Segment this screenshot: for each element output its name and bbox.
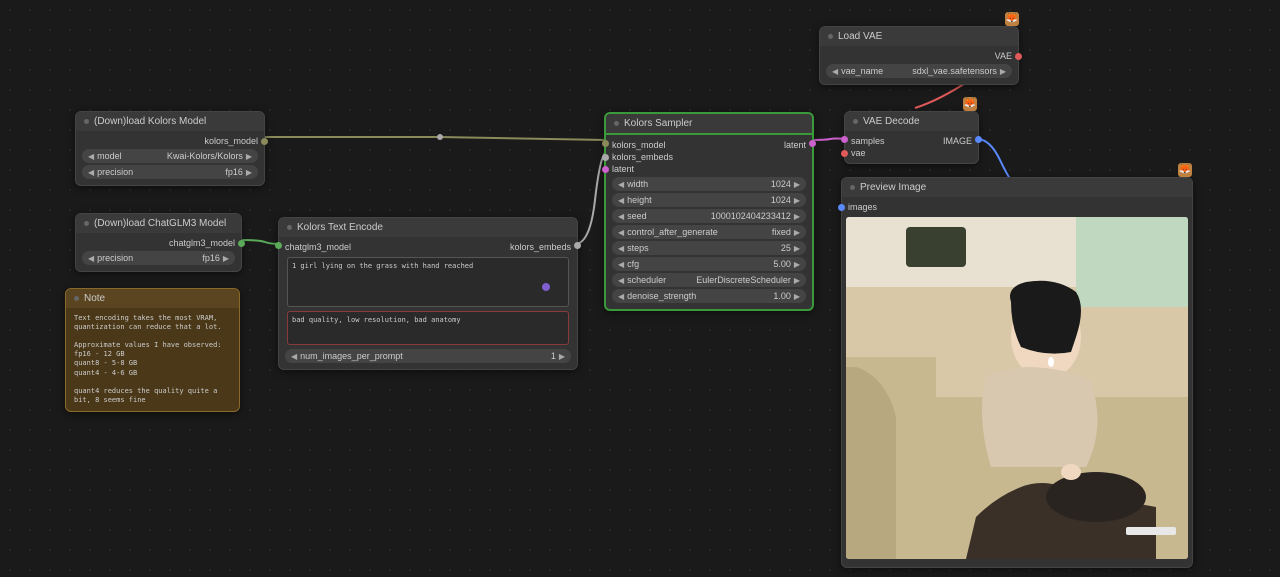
widget-seed[interactable]: ◀ seed 1000102404233412 ▶ xyxy=(612,209,806,223)
node-title: (Down)load Kolors Model xyxy=(94,116,206,127)
next-arrow-icon[interactable]: ▶ xyxy=(794,276,800,285)
emoji-badge-icon: 🦊 xyxy=(963,97,977,111)
node-title: Kolors Sampler xyxy=(624,118,692,129)
next-arrow-icon[interactable]: ▶ xyxy=(794,244,800,253)
next-arrow-icon[interactable]: ▶ xyxy=(794,180,800,189)
widget-precision[interactable]: ◀ precision fp16 ▶ xyxy=(82,251,235,265)
node-vae-decode[interactable]: VAE Decode samples IMAGE vae xyxy=(844,111,979,164)
widget-width[interactable]: ◀ width 1024 ▶ xyxy=(612,177,806,191)
input-kolors-model[interactable]: kolors_model xyxy=(612,140,666,150)
widget-control[interactable]: ◀ control_after_generate fixed ▶ xyxy=(612,225,806,239)
next-arrow-icon[interactable]: ▶ xyxy=(1000,67,1006,76)
node-title: Load VAE xyxy=(838,31,882,42)
node-header[interactable]: (Down)load Kolors Model xyxy=(76,112,264,131)
next-arrow-icon[interactable]: ▶ xyxy=(246,168,252,177)
input-vae[interactable]: vae xyxy=(845,147,978,159)
output-latent[interactable]: latent xyxy=(784,140,806,150)
output-vae[interactable]: VAE xyxy=(820,50,1018,62)
widget-denoise[interactable]: ◀ denoise_strength 1.00 ▶ xyxy=(612,289,806,303)
node-title: Kolors Text Encode xyxy=(297,222,383,233)
node-header[interactable]: VAE Decode xyxy=(845,112,978,131)
next-arrow-icon[interactable]: ▶ xyxy=(223,254,229,263)
node-text-encode[interactable]: Kolors Text Encode chatglm3_model kolors… xyxy=(278,217,578,370)
input-chatglm-model[interactable]: chatglm3_model xyxy=(285,242,351,252)
node-sampler[interactable]: Kolors Sampler kolors_model latent kolor… xyxy=(604,112,814,311)
node-title: Preview Image xyxy=(860,182,926,193)
widget-vae-name[interactable]: ◀ vae_name sdxl_vae.safetensors ▶ xyxy=(826,64,1012,78)
widget-num-images[interactable]: ◀ num_images_per_prompt 1 ▶ xyxy=(285,349,571,363)
widget-height[interactable]: ◀ height 1024 ▶ xyxy=(612,193,806,207)
node-header[interactable]: Kolors Text Encode xyxy=(279,218,577,237)
widget-scheduler[interactable]: ◀ scheduler EulerDiscreteScheduler ▶ xyxy=(612,273,806,287)
node-note[interactable]: Note Text encoding takes the most VRAM, … xyxy=(65,288,240,412)
output-kolors-model[interactable]: kolors_model xyxy=(76,135,264,147)
emoji-badge-icon: 🦊 xyxy=(1178,163,1192,177)
widget-cfg[interactable]: ◀ cfg 5.00 ▶ xyxy=(612,257,806,271)
node-preview[interactable]: Preview Image images xyxy=(841,177,1193,568)
input-kolors-embeds[interactable]: kolors_embeds xyxy=(606,151,812,163)
next-arrow-icon[interactable]: ▶ xyxy=(794,292,800,301)
node-header[interactable]: Preview Image xyxy=(842,178,1192,197)
output-kolors-embeds[interactable]: kolors_embeds xyxy=(510,242,571,252)
widget-model[interactable]: ◀ model Kwai-Kolors/Kolors ▶ xyxy=(82,149,258,163)
note-text[interactable]: Text encoding takes the most VRAM, quant… xyxy=(66,308,239,411)
node-header[interactable]: Kolors Sampler xyxy=(606,114,812,135)
negative-prompt-input[interactable]: bad quality, low resolution, bad anatomy xyxy=(287,311,569,345)
node-header[interactable]: (Down)load ChatGLM3 Model xyxy=(76,214,241,233)
node-title: (Down)load ChatGLM3 Model xyxy=(94,218,226,229)
input-samples[interactable]: samples xyxy=(851,136,885,146)
next-arrow-icon[interactable]: ▶ xyxy=(794,260,800,269)
node-header[interactable]: Load VAE xyxy=(820,27,1018,46)
widget-precision[interactable]: ◀ precision fp16 ▶ xyxy=(82,165,258,179)
prompt-input[interactable]: 1 girl lying on the grass with hand reac… xyxy=(287,257,569,307)
next-arrow-icon[interactable]: ▶ xyxy=(246,152,252,161)
node-kolors-model[interactable]: (Down)load Kolors Model kolors_model ◀ m… xyxy=(75,111,265,186)
next-arrow-icon[interactable]: ▶ xyxy=(794,212,800,221)
input-latent[interactable]: latent xyxy=(606,163,812,175)
widget-steps[interactable]: ◀ steps 25 ▶ xyxy=(612,241,806,255)
node-chatglm-model[interactable]: (Down)load ChatGLM3 Model chatglm3_model… xyxy=(75,213,242,272)
next-arrow-icon[interactable]: ▶ xyxy=(559,352,565,361)
node-title: Note xyxy=(84,293,105,304)
preview-image[interactable] xyxy=(846,217,1188,559)
node-title: VAE Decode xyxy=(863,116,920,127)
next-arrow-icon[interactable]: ▶ xyxy=(794,196,800,205)
input-images[interactable]: images xyxy=(842,201,1192,213)
node-header[interactable]: Note xyxy=(66,289,239,308)
next-arrow-icon[interactable]: ▶ xyxy=(794,228,800,237)
output-image[interactable]: IMAGE xyxy=(943,136,972,146)
output-chatglm-model[interactable]: chatglm3_model xyxy=(76,237,241,249)
emoji-badge-icon: 🦊 xyxy=(1005,12,1019,26)
cursor-icon xyxy=(542,283,550,291)
node-load-vae[interactable]: Load VAE VAE ◀ vae_name sdxl_vae.safeten… xyxy=(819,26,1019,85)
